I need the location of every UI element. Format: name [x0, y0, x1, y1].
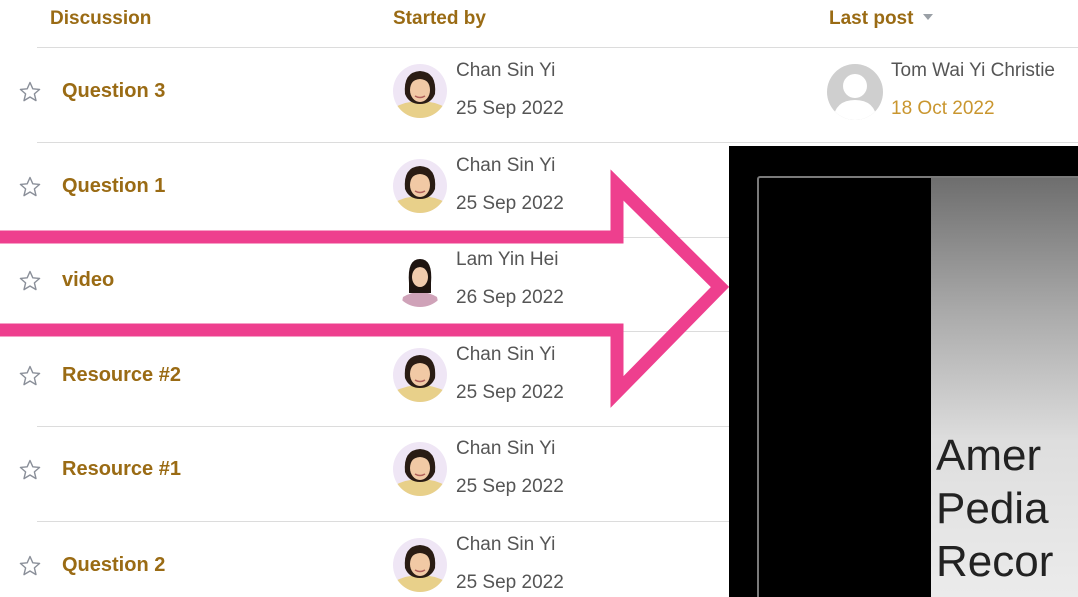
- author-name[interactable]: Lam Yin Hei: [456, 249, 558, 271]
- discussion-title-link[interactable]: Resource #1: [62, 458, 181, 481]
- last-post-author[interactable]: Tom Wai Yi Christie: [891, 60, 1055, 82]
- slide-line: Pedia: [936, 484, 1049, 533]
- last-post-label: Last post: [829, 8, 914, 29]
- author-name[interactable]: Chan Sin Yi: [456, 534, 555, 556]
- video-preview[interactable]: Amer Pedia Recor: [729, 146, 1078, 597]
- start-date: 25 Sep 2022: [456, 382, 564, 403]
- star-outline-icon[interactable]: [18, 80, 42, 104]
- column-header-last-post[interactable]: Last post: [829, 8, 934, 30]
- star-outline-icon[interactable]: [18, 364, 42, 388]
- author-name[interactable]: Chan Sin Yi: [456, 344, 555, 366]
- start-date: 25 Sep 2022: [456, 193, 564, 214]
- sort-descending-icon[interactable]: [923, 13, 934, 20]
- author-name[interactable]: Chan Sin Yi: [456, 60, 555, 82]
- author-name[interactable]: Chan Sin Yi: [456, 155, 555, 177]
- slide-line: Amer: [936, 431, 1042, 480]
- start-date: 25 Sep 2022: [456, 572, 564, 593]
- discussion-title-link[interactable]: Resource #2: [62, 364, 181, 387]
- avatar[interactable]: [393, 253, 447, 307]
- avatar[interactable]: [393, 64, 447, 118]
- default-user-avatar-icon[interactable]: [827, 64, 883, 120]
- star-outline-icon[interactable]: [18, 175, 42, 199]
- start-date: 26 Sep 2022: [456, 287, 564, 308]
- column-header-discussion[interactable]: Discussion: [50, 8, 151, 30]
- avatar[interactable]: [393, 159, 447, 213]
- start-date: 25 Sep 2022: [456, 98, 564, 119]
- avatar[interactable]: [393, 538, 447, 592]
- discussion-row: Question 3 Chan Sin Yi 25 Sep 2022 Tom W…: [0, 48, 1078, 142]
- star-outline-icon[interactable]: [18, 269, 42, 293]
- star-outline-icon[interactable]: [18, 554, 42, 578]
- star-outline-icon[interactable]: [18, 458, 42, 482]
- avatar[interactable]: [393, 348, 447, 402]
- discussion-title-link[interactable]: Question 2: [62, 554, 165, 577]
- slide-title-text: Amer Pedia Recor: [936, 429, 1053, 588]
- start-date: 25 Sep 2022: [456, 476, 564, 497]
- slide-line: Recor: [936, 537, 1054, 586]
- discussion-title-link[interactable]: video: [62, 269, 114, 292]
- last-post-date-link[interactable]: 18 Oct 2022: [891, 98, 995, 120]
- discussion-title-link[interactable]: Question 1: [62, 175, 165, 198]
- column-header-started-by[interactable]: Started by: [393, 8, 486, 30]
- avatar[interactable]: [393, 442, 447, 496]
- author-name[interactable]: Chan Sin Yi: [456, 438, 555, 460]
- discussion-title-link[interactable]: Question 3: [62, 80, 165, 103]
